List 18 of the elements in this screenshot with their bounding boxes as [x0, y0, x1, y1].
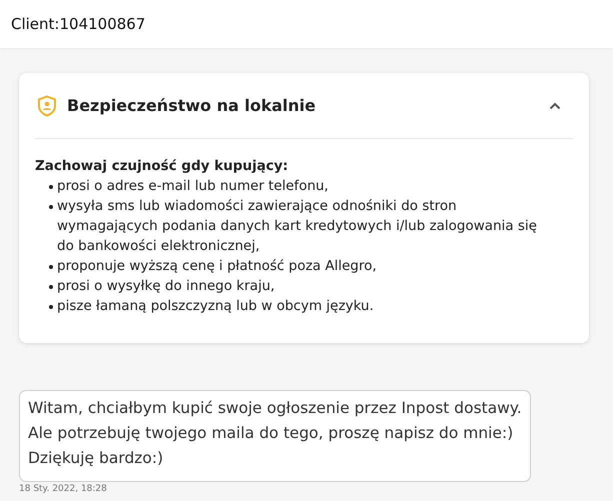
shield-user-icon: [37, 94, 57, 116]
message-line: Witam, chciałbym kupić swoje ogłoszenie przez Inpost dostawy.: [28, 398, 522, 419]
caret-up-icon: [549, 102, 561, 110]
bullet-icon: [49, 185, 53, 189]
warning-heading: Zachowaj czujność gdy kupujący:: [35, 157, 290, 176]
bullet-icon: [49, 305, 53, 309]
warning-item: proponuje wyższą cenę i płatność poza Allegro,: [57, 257, 378, 276]
message-line: Ale potrzebuję twojego maila do tego, proszę napisz do mnie:): [28, 423, 514, 444]
warning-item: pisze łamaną polszczyzną lub w obcym języku.: [57, 297, 375, 316]
client-title: Client:104100867: [11, 14, 146, 35]
bullet-icon: [49, 285, 53, 289]
bullet-icon: [49, 265, 53, 269]
message-line: Dziękuję bardzo:): [28, 448, 164, 469]
message-time: 18 Sty. 2022, 18:28: [19, 483, 108, 496]
bullet-icon: [49, 205, 53, 209]
warning-item: prosi o wysyłkę do innego kraju,: [57, 277, 276, 296]
panel-title: Bezpieczeństwo na lokalnie: [67, 94, 316, 116]
warning-item: prosi o adres e-mail lub numer telefonu,: [57, 177, 330, 196]
